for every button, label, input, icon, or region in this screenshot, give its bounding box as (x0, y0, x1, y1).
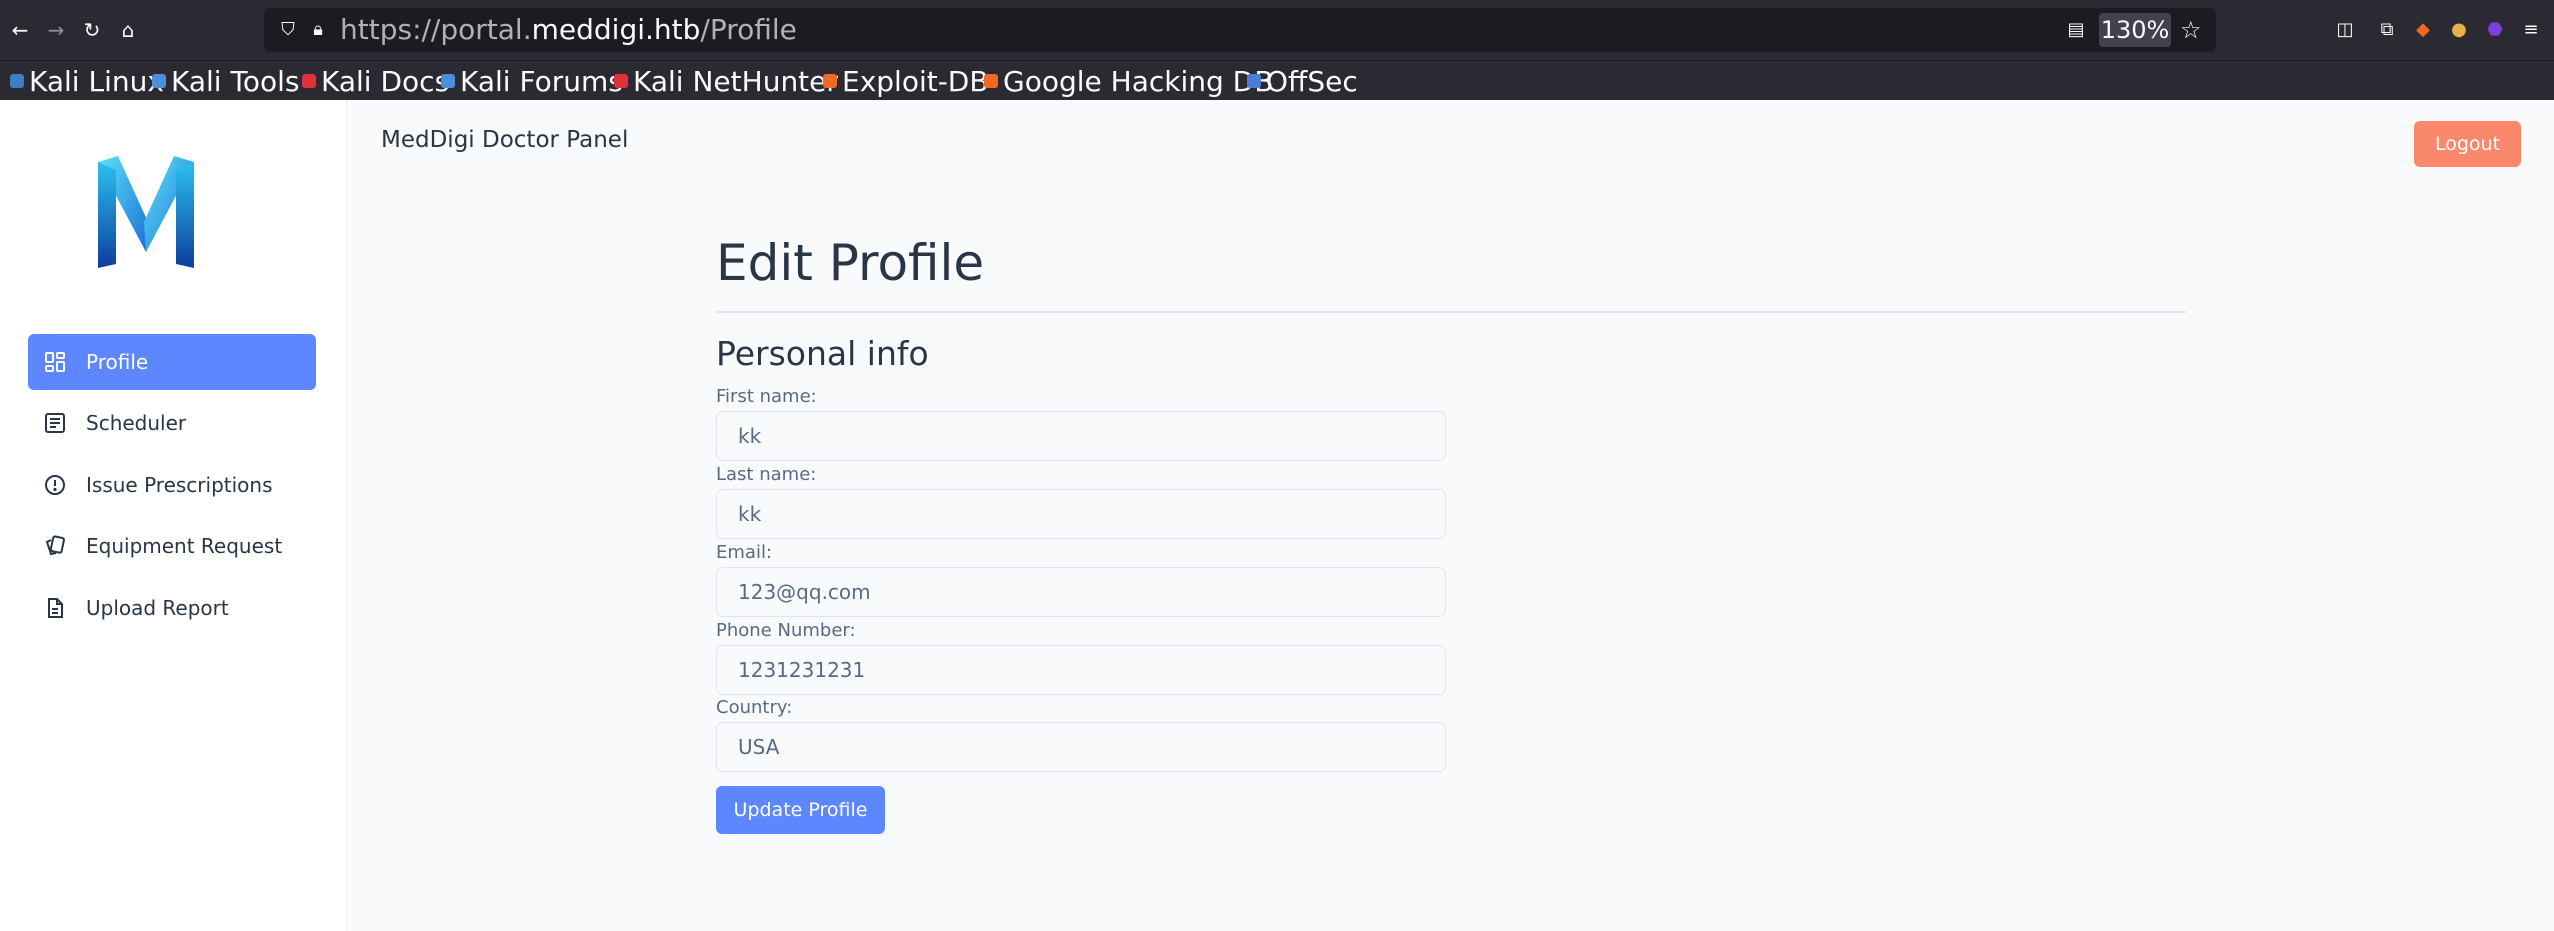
list-icon (42, 410, 68, 436)
address-bar[interactable]: ⛉ 🔒︎ https://portal.meddigi.htb/Profile … (264, 8, 2216, 52)
dashboard-icon (42, 349, 68, 375)
country-field[interactable] (716, 722, 1446, 772)
sidebar-item-label: Equipment Request (86, 534, 283, 558)
url-text[interactable]: https://portal.meddigi.htb/Profile (340, 14, 797, 46)
bookmark-kali-nethunter[interactable]: Kali NetHunter (614, 63, 838, 99)
page-title: Edit Profile (716, 234, 985, 292)
bookmark-label: Kali Linux (29, 64, 164, 98)
foxyproxy-icon[interactable]: ◆ (2409, 16, 2437, 44)
first-name-field[interactable] (716, 411, 1446, 461)
bookmark-kali-linux[interactable]: Kali Linux (10, 63, 164, 99)
exploit-db-favicon-icon (823, 74, 837, 88)
update-profile-button[interactable]: Update Profile (716, 786, 885, 834)
url-host: meddigi.htb (531, 13, 701, 46)
cookie-icon[interactable]: ● (2445, 16, 2473, 44)
offsec-favicon-icon (1247, 74, 1261, 88)
alert-circle-icon (42, 472, 68, 498)
zoom-level[interactable]: 130% (2099, 13, 2171, 47)
bookmarks-bar: Kali Linux Kali Tools Kali Docs Kali For… (0, 60, 2554, 100)
pocket-icon[interactable]: ◫ (2331, 16, 2359, 44)
sidebar-item-equipment-request[interactable]: Equipment Request (28, 518, 316, 574)
panel-title: MedDigi Doctor Panel (381, 127, 629, 153)
cards-icon (42, 533, 68, 559)
sidebar-item-label: Upload Report (86, 596, 229, 620)
country-label: Country: (716, 697, 793, 718)
bookmark-label: Kali Forums (460, 64, 623, 98)
last-name-field[interactable] (716, 489, 1446, 539)
bookmark-label: Exploit-DB (842, 64, 989, 98)
back-icon[interactable]: ← (7, 17, 33, 43)
reader-view-icon[interactable]: ▤ (2064, 18, 2088, 42)
bookmark-star-icon[interactable]: ☆ (2180, 16, 2202, 44)
sidebar-item-upload-report[interactable]: Upload Report (28, 580, 316, 636)
extension-badge-icon[interactable]: ⬣ (2481, 16, 2509, 44)
sidebar: Profile Scheduler Issue Prescriptions Eq… (0, 100, 348, 931)
file-icon (42, 595, 68, 621)
sidebar-item-label: Scheduler (86, 411, 187, 435)
bookmark-label: Kali NetHunter (633, 64, 838, 98)
main-content: MedDigi Doctor Panel Logout Edit Profile… (350, 100, 2554, 931)
forward-icon[interactable]: → (43, 17, 69, 43)
shield-icon[interactable]: ⛉ (276, 18, 300, 42)
bookmark-kali-docs[interactable]: Kali Docs (302, 63, 449, 99)
divider (716, 311, 2186, 313)
sidebar-item-label: Issue Prescriptions (86, 473, 273, 497)
bookmark-label: Kali Docs (321, 64, 450, 98)
first-name-label: First name: (716, 386, 817, 407)
kali-forums-favicon-icon (441, 74, 455, 88)
email-label: Email: (716, 542, 773, 563)
phone-label: Phone Number: (716, 620, 856, 641)
email-field[interactable] (716, 567, 1446, 617)
bookmark-kali-tools[interactable]: Kali Tools (152, 63, 299, 99)
url-path: /Profile (700, 13, 797, 46)
home-icon[interactable]: ⌂ (115, 17, 141, 43)
phone-field[interactable] (716, 645, 1446, 695)
lock-icon[interactable]: 🔒︎ (306, 18, 330, 42)
bookmark-offsec[interactable]: OffSec (1247, 63, 1358, 99)
bookmark-label: OffSec (1266, 64, 1358, 98)
reload-icon[interactable]: ↻ (79, 17, 105, 43)
bookmark-label: Kali Tools (171, 64, 300, 98)
url-prefix: https://portal. (340, 13, 532, 46)
bookmark-kali-forums[interactable]: Kali Forums (441, 63, 623, 99)
kali-docs-favicon-icon (302, 74, 316, 88)
ghdb-favicon-icon (984, 74, 998, 88)
extensions-icon[interactable]: ⧉ (2373, 16, 2401, 44)
sidebar-item-scheduler[interactable]: Scheduler (28, 395, 316, 451)
meddigi-logo-icon[interactable] (96, 156, 196, 272)
menu-icon[interactable]: ≡ (2517, 16, 2545, 44)
bookmark-label: Google Hacking DB (1003, 64, 1274, 98)
browser-toolbar: ← → ↻ ⌂ ⛉ 🔒︎ https://portal.meddigi.htb/… (0, 0, 2554, 60)
bookmark-exploit-db[interactable]: Exploit-DB (823, 63, 989, 99)
kali-linux-favicon-icon (10, 74, 24, 88)
bookmark-google-hacking-db[interactable]: Google Hacking DB (984, 63, 1273, 99)
last-name-label: Last name: (716, 464, 817, 485)
kali-tools-favicon-icon (152, 74, 166, 88)
sidebar-item-profile[interactable]: Profile (28, 334, 316, 390)
sidebar-item-label: Profile (86, 350, 149, 374)
section-title: Personal info (716, 334, 929, 373)
logout-button[interactable]: Logout (2414, 121, 2521, 167)
kali-nethunter-favicon-icon (614, 74, 628, 88)
sidebar-item-issue-prescriptions[interactable]: Issue Prescriptions (28, 457, 316, 513)
